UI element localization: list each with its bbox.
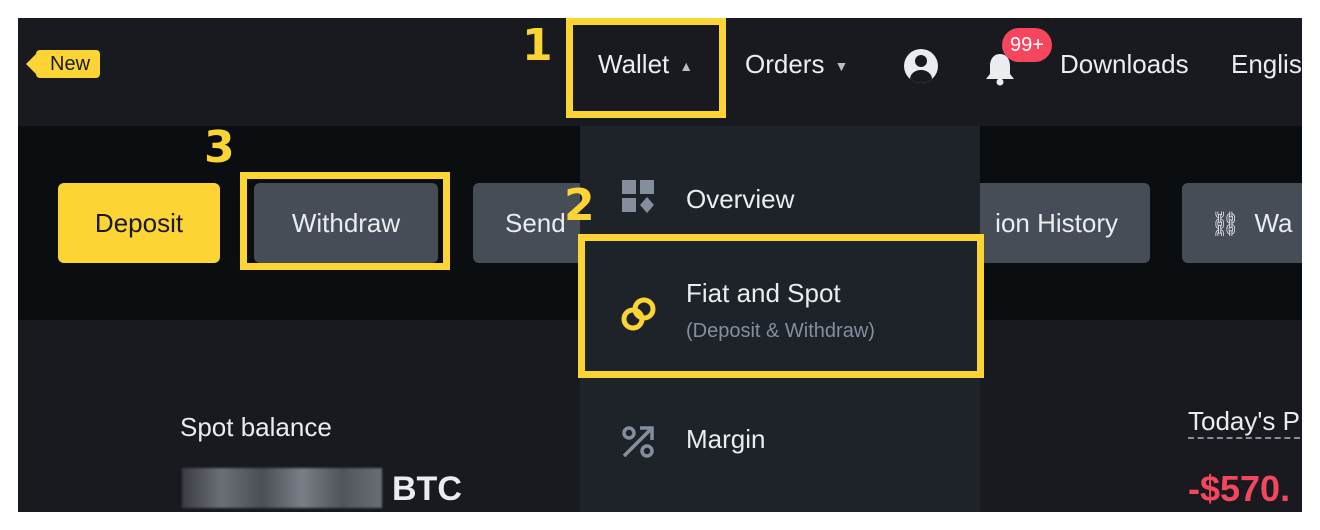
- highlight-withdraw: [240, 172, 450, 270]
- new-badge: New: [25, 50, 101, 78]
- wallet-connect-button[interactable]: ⛓ Wa: [1182, 183, 1302, 263]
- overview-icon: [622, 180, 654, 213]
- spot-balance-label: Spot balance: [180, 412, 332, 442]
- deposit-button[interactable]: Deposit: [58, 183, 220, 263]
- hidden-balance-value: [182, 468, 382, 508]
- app-window: New Wallet ▲ Orders ▼ 99+ Downloads Englis…: [18, 18, 1302, 512]
- menu-item-margin[interactable]: Margin: [580, 402, 980, 492]
- wallet-connect-label: Wa: [1254, 208, 1293, 238]
- margin-percent-icon: [622, 426, 654, 458]
- step-number-3: 3: [204, 122, 235, 173]
- user-account-icon[interactable]: [904, 49, 938, 83]
- highlight-fiat-and-spot: [578, 234, 984, 378]
- nav-orders-label: Orders: [745, 49, 825, 79]
- balance-currency: BTC: [392, 470, 462, 508]
- nav-language[interactable]: Englis: [1231, 48, 1302, 80]
- caret-down-icon: ▼: [834, 58, 849, 75]
- today-pnl-label[interactable]: Today's P: [1188, 406, 1300, 439]
- step-number-1: 1: [522, 20, 553, 71]
- link-icon: ⛓: [1210, 211, 1241, 238]
- highlight-wallet: [566, 18, 726, 118]
- nav-downloads[interactable]: Downloads: [1060, 48, 1189, 80]
- today-pnl-value: -$570.: [1188, 468, 1291, 509]
- menu-item-margin-label: Margin: [686, 424, 766, 454]
- step-number-2: 2: [564, 180, 595, 231]
- notification-count-badge: 99+: [1002, 28, 1052, 62]
- nav-orders[interactable]: Orders ▼: [745, 48, 848, 82]
- menu-item-overview-label: Overview: [686, 184, 795, 214]
